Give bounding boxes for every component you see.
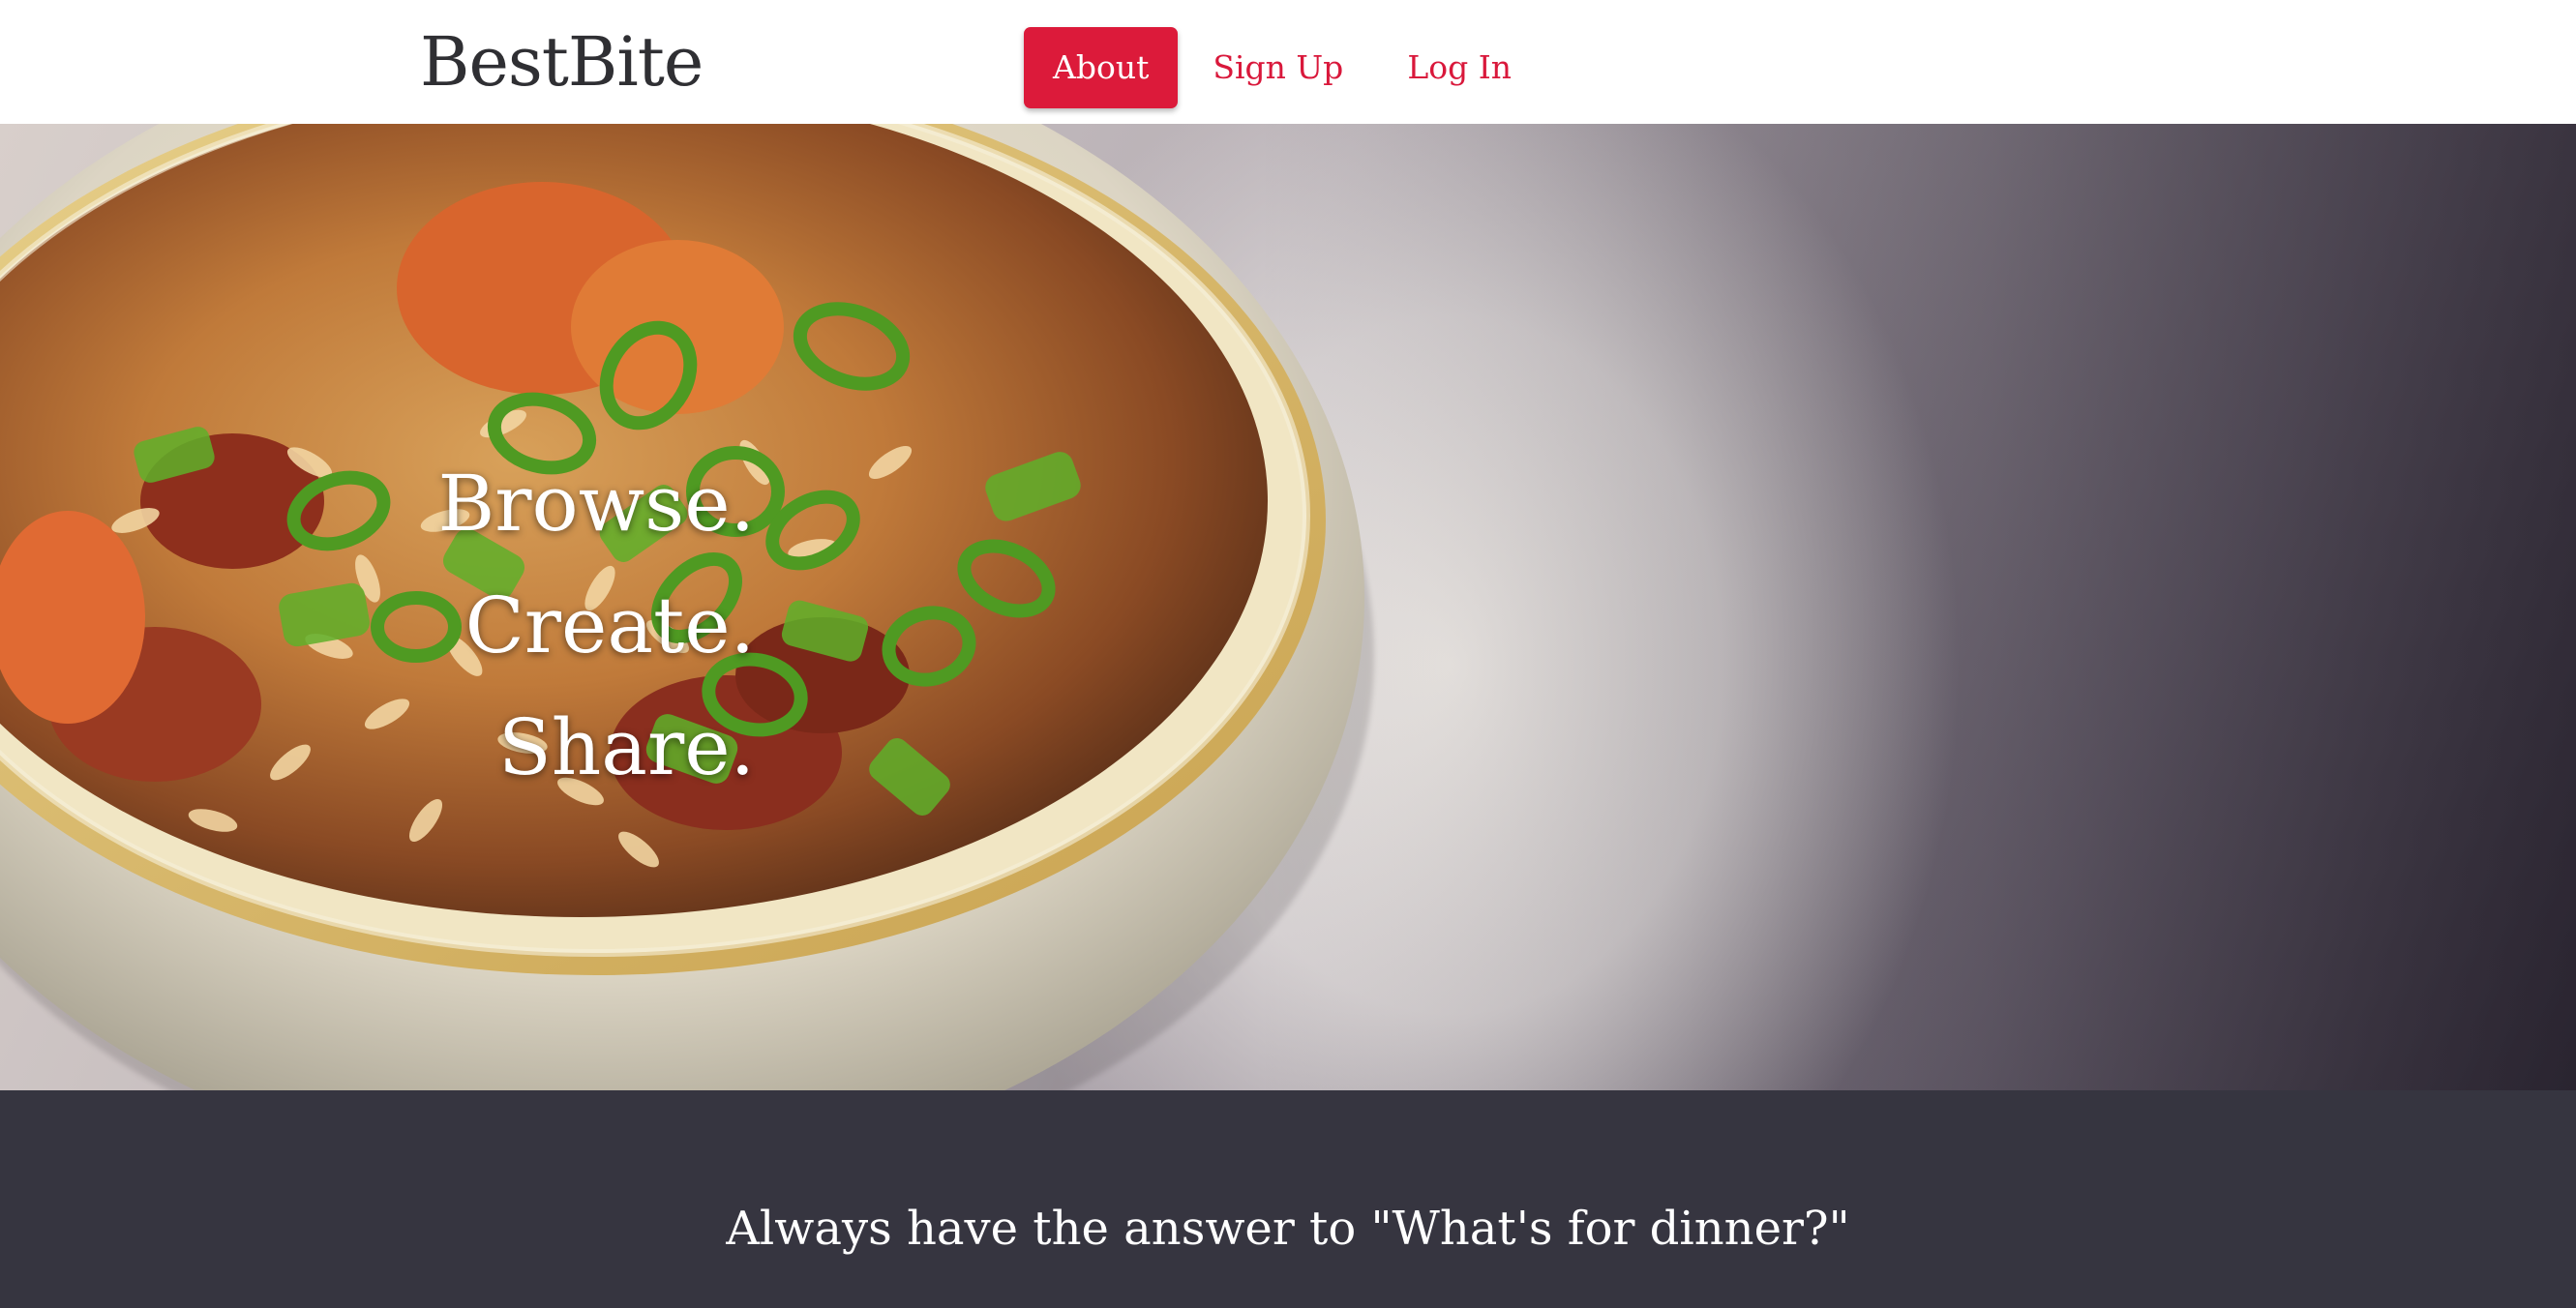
nav-signup-link[interactable]: Sign Up (1183, 27, 1372, 108)
hero-line-share: Share. (497, 702, 755, 792)
hero-line-browse: Browse. (437, 459, 756, 549)
hero-headline: Browse. Create. Share. (0, 443, 756, 809)
hero-line-create: Create. (464, 580, 755, 670)
nav-login-link[interactable]: Log In (1378, 27, 1541, 108)
top-navbar: BestBite About Sign Up Log In (0, 0, 2576, 124)
hero-background-shade (1258, 124, 2576, 1090)
hero-section: Browse. Create. Share. (0, 124, 2576, 1090)
nav-links: About Sign Up Log In (1024, 27, 1546, 108)
nav-about-link[interactable]: About (1024, 27, 1179, 108)
brand-logo[interactable]: BestBite (420, 23, 704, 101)
tagline-text: Always have the answer to "What's for di… (726, 1202, 1850, 1256)
